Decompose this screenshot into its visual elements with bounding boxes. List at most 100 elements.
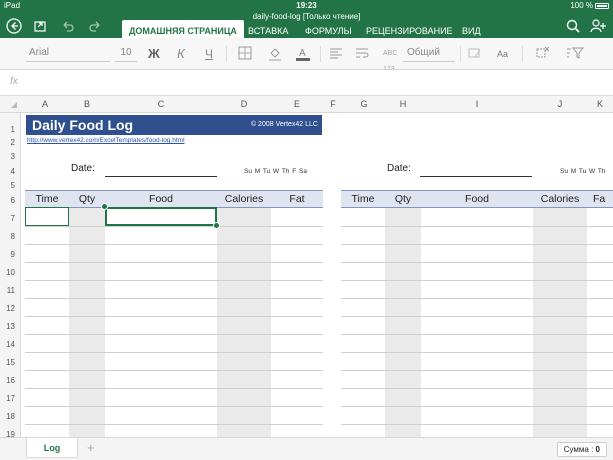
add-sheet-button[interactable]: +	[87, 440, 95, 455]
number-format-field[interactable]: Общий	[403, 46, 455, 62]
selection-handle-bottom-right[interactable]	[213, 222, 220, 229]
align-icon[interactable]	[329, 46, 343, 64]
share-icon[interactable]	[31, 18, 49, 36]
header-calories-right: Calories	[540, 193, 580, 205]
status-sum: Сумма : 0	[556, 442, 607, 457]
search-icon[interactable]	[564, 18, 582, 36]
wrap-text-icon[interactable]	[355, 46, 369, 64]
column-header[interactable]: H	[385, 99, 421, 109]
header-qty-right: Qty	[394, 193, 412, 205]
ribbon: Arial 10 Ж К Ч A ABC123 Общий Aa	[0, 38, 613, 73]
row-header[interactable]: 3	[11, 152, 15, 161]
row-header[interactable]: 9	[11, 250, 15, 259]
date-line-right	[420, 176, 532, 177]
row-header[interactable]: 18	[6, 412, 15, 421]
weekday-labels-right: Su M Tu W Th	[560, 168, 606, 175]
undo-icon[interactable]	[59, 18, 77, 36]
column-header[interactable]: G	[343, 99, 385, 109]
qty-column-shade-left	[69, 208, 105, 437]
log-row-line	[341, 316, 613, 317]
calories-column-shade-left	[217, 208, 271, 437]
status-bar: iPad 19:23 100 %	[0, 0, 613, 12]
column-header[interactable]: K	[587, 99, 613, 109]
row-header[interactable]: 1	[11, 125, 15, 134]
function-icon[interactable]: fx	[10, 76, 18, 87]
sheet-tab-log[interactable]: Log	[26, 438, 78, 458]
selected-range[interactable]	[105, 207, 217, 226]
ribbon-divider	[320, 46, 321, 62]
column-header[interactable]: F	[323, 99, 343, 109]
log-row-line	[25, 406, 323, 407]
log-row-line	[25, 352, 323, 353]
column-headers: A B C D E F G H I J K	[0, 96, 613, 113]
column-header[interactable]: A	[21, 99, 69, 109]
borders-icon[interactable]	[238, 46, 252, 64]
font-size-field[interactable]: 10	[115, 46, 137, 62]
row-header[interactable]: 17	[6, 394, 15, 403]
column-header[interactable]: E	[271, 99, 323, 109]
clear-format-icon[interactable]	[468, 46, 482, 64]
log-row-line	[341, 298, 613, 299]
log-row-line	[25, 298, 323, 299]
back-circle-icon[interactable]	[5, 18, 23, 36]
ribbon-divider	[226, 46, 227, 62]
row-header[interactable]: 10	[6, 268, 15, 277]
log-row-line	[25, 388, 323, 389]
column-header[interactable]: J	[533, 99, 587, 109]
row-header[interactable]: 12	[6, 304, 15, 313]
row-header[interactable]: 5	[11, 181, 15, 190]
formula-bar[interactable]: fx	[0, 70, 613, 96]
column-header[interactable]: C	[105, 99, 217, 109]
log-row-line	[341, 352, 613, 353]
row-header[interactable]: 7	[11, 214, 15, 223]
column-header[interactable]: D	[217, 99, 271, 109]
worksheet-grid[interactable]: Daily Food Log © 2008 Vertex42 LLC http:…	[21, 113, 613, 437]
tab-insert[interactable]: ВСТАВКА	[248, 20, 288, 40]
add-user-icon[interactable]	[589, 18, 607, 36]
row-header[interactable]: 6	[11, 196, 15, 205]
tab-view[interactable]: ВИД	[462, 20, 481, 40]
font-name-field[interactable]: Arial	[26, 46, 110, 62]
row-header[interactable]: 4	[11, 167, 15, 176]
ribbon-divider	[522, 46, 523, 62]
row-header[interactable]: 11	[7, 286, 15, 295]
tab-formulas[interactable]: ФОРМУЛЫ	[305, 20, 352, 40]
autofit-label[interactable]: Aa	[497, 46, 508, 62]
template-link[interactable]: http://www.vertex42.com/ExcelTemplates/f…	[27, 137, 185, 144]
qty-column-shade-right	[385, 208, 421, 437]
log-row-line	[341, 406, 613, 407]
redo-icon[interactable]	[86, 18, 104, 36]
row-header[interactable]: 16	[6, 376, 15, 385]
row-header[interactable]: 13	[6, 322, 15, 331]
log-row-line	[341, 280, 613, 281]
column-header[interactable]: B	[69, 99, 105, 109]
header-time-right: Time	[351, 193, 375, 205]
row-header[interactable]: 14	[6, 340, 15, 349]
font-color-icon[interactable]: A	[295, 46, 311, 66]
ribbon-divider	[460, 46, 461, 62]
row-header[interactable]: 15	[6, 358, 15, 367]
log-row-line	[25, 424, 323, 425]
log-row-line	[25, 280, 323, 281]
date-label-right: Date:	[387, 163, 411, 174]
fill-color-icon[interactable]	[268, 46, 282, 66]
row-header[interactable]: 2	[11, 138, 15, 147]
calories-column-shade-right	[533, 208, 587, 437]
underline-button[interactable]: Ч	[205, 46, 213, 62]
sheet-title: Daily Food Log	[32, 117, 134, 133]
italic-button[interactable]: К	[177, 46, 185, 62]
insert-delete-cells-icon[interactable]	[536, 46, 550, 64]
log-row-line	[25, 262, 323, 263]
header-food-right: Food	[465, 193, 489, 205]
tab-home[interactable]: ДОМАШНЯЯ СТРАНИЦА	[122, 20, 244, 40]
date-line-left	[105, 176, 217, 177]
row-header[interactable]: 8	[11, 232, 15, 241]
bold-button[interactable]: Ж	[148, 46, 160, 62]
log-row-line	[25, 334, 323, 335]
selection-handle-top-left[interactable]	[101, 203, 108, 210]
sort-filter-icon[interactable]	[566, 46, 585, 64]
select-all-corner[interactable]	[11, 102, 17, 108]
tab-review[interactable]: РЕЦЕНЗИРОВАНИЕ	[366, 20, 453, 40]
column-header[interactable]: I	[421, 99, 533, 109]
svg-text:A: A	[299, 48, 306, 59]
